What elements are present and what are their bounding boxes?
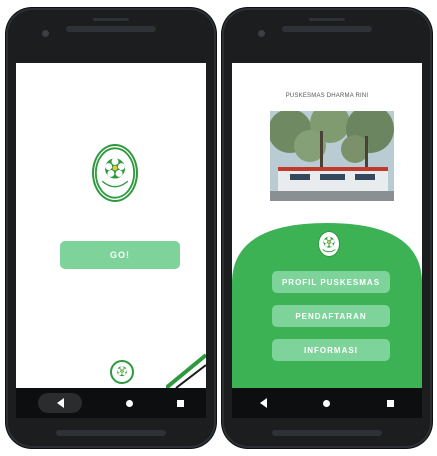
back-icon[interactable] — [260, 398, 268, 408]
pendaftaran-button[interactable]: PENDAFTARAN — [272, 305, 390, 327]
bakti-husada-logo — [92, 144, 138, 202]
home-icon[interactable] — [323, 399, 331, 407]
phone-right: PUSKESMAS DHARMA RINI PROFIL PUSKESMAS P… — [222, 8, 432, 448]
informasi-button[interactable]: INFORMASI — [272, 339, 390, 361]
bottom-speaker — [56, 430, 166, 436]
front-camera — [258, 30, 265, 37]
clinic-building-image — [270, 111, 394, 201]
clinic-photo — [270, 111, 394, 201]
logo-emblem-icon — [94, 147, 136, 199]
back-icon — [56, 398, 64, 408]
home-screen: PUSKESMAS DHARMA RINI PROFIL PUSKESMAS P… — [232, 63, 422, 388]
earpiece-top — [93, 18, 129, 21]
decorative-stripe — [166, 353, 206, 388]
clinic-caption: PUSKESMAS DHARMA RINI — [285, 93, 369, 99]
bakti-husada-logo — [318, 231, 340, 257]
nav-bar — [232, 388, 422, 418]
logo-emblem-icon — [117, 366, 127, 377]
recent-apps-icon[interactable] — [386, 399, 394, 407]
home-icon[interactable] — [126, 399, 133, 407]
back-button[interactable] — [38, 393, 82, 413]
recent-apps-icon[interactable] — [177, 399, 184, 407]
logo-emblem-icon — [322, 236, 336, 253]
earpiece — [66, 26, 156, 32]
earpiece-top — [309, 18, 345, 21]
bottom-speaker — [272, 430, 382, 436]
phone-left: GO! — [6, 8, 216, 448]
splash-screen: GO! — [16, 63, 206, 388]
nav-bar — [16, 388, 206, 418]
front-camera — [42, 30, 49, 37]
go-button[interactable]: GO! — [60, 241, 180, 269]
bakti-husada-logo-small — [110, 360, 134, 384]
profil-puskesmas-button[interactable]: PROFIL PUSKESMAS — [272, 271, 390, 293]
earpiece — [282, 26, 372, 32]
